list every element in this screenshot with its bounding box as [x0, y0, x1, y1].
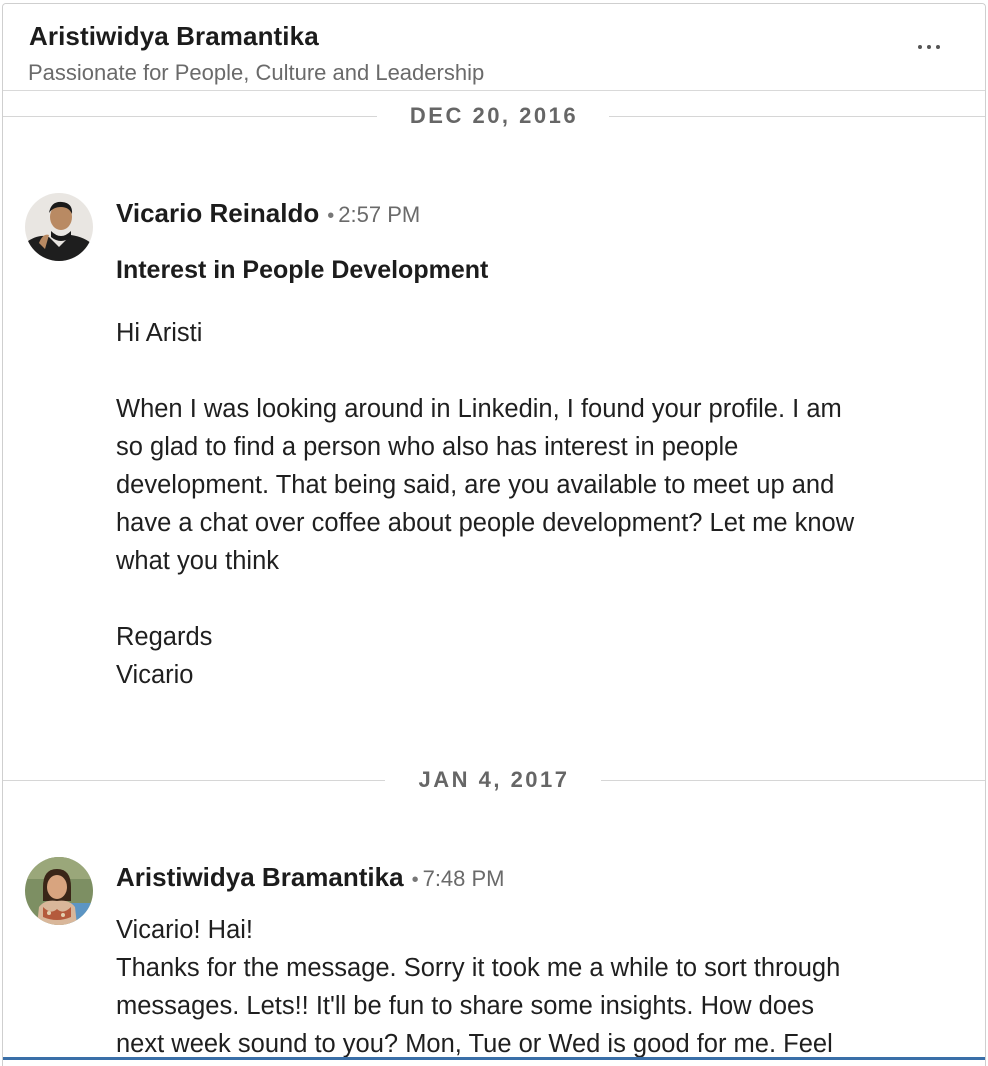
bullet-separator: • — [327, 205, 335, 227]
message-line: messages. Lets!! It'll be fun to share s… — [116, 992, 814, 1020]
message-time: 7:48 PM — [422, 866, 505, 891]
message-body: Hi Aristi When I was looking around in L… — [116, 314, 976, 694]
more-horizontal-icon — [918, 45, 922, 49]
more-options-button[interactable] — [909, 32, 949, 62]
compose-focus-bar — [3, 1057, 985, 1060]
message-line: Vicario! Hai! — [116, 916, 254, 944]
message-thread-window: Aristiwidya Bramantika Passionate for Pe… — [2, 3, 986, 1066]
message-line: Regards — [116, 623, 213, 651]
divider-line — [601, 780, 985, 781]
message-header: Aristiwidya Bramantika • 7:48 PM — [116, 862, 505, 893]
message-line: Thanks for the message. Sorry it took me… — [116, 954, 841, 982]
sender-name[interactable]: Aristiwidya Bramantika — [116, 862, 404, 892]
message-body: Vicario! Hai! Thanks for the message. So… — [116, 911, 976, 1063]
message-line: When I was looking around in Linkedin, I… — [116, 395, 842, 423]
message-line: what you think — [116, 547, 280, 575]
date-divider: JAN 4, 2017 — [3, 765, 985, 795]
participant-name[interactable]: Aristiwidya Bramantika — [29, 21, 319, 52]
message-time: 2:57 PM — [338, 202, 421, 227]
message-header: Vicario Reinaldo • 2:57 PM — [116, 198, 420, 229]
message-line: so glad to find a person who also has in… — [116, 433, 739, 461]
more-horizontal-icon — [927, 45, 931, 49]
participant-headline: Passionate for People, Culture and Leade… — [28, 60, 485, 85]
sender-name[interactable]: Vicario Reinaldo — [116, 198, 319, 228]
divider-line — [609, 116, 985, 117]
conversation-header: Aristiwidya Bramantika Passionate for Pe… — [3, 4, 985, 91]
sender-avatar[interactable] — [25, 857, 93, 925]
message-line: development. That being said, are you av… — [116, 471, 835, 499]
bullet-separator: • — [411, 869, 419, 891]
message-line: Vicario — [116, 661, 194, 689]
sender-avatar[interactable] — [25, 193, 93, 261]
date-divider: DEC 20, 2016 — [3, 101, 985, 131]
message-line: Hi Aristi — [116, 319, 203, 347]
message-subject: Interest in People Development — [116, 256, 489, 284]
message-line: have a chat over coffee about people dev… — [116, 509, 855, 537]
more-horizontal-icon — [936, 45, 940, 49]
